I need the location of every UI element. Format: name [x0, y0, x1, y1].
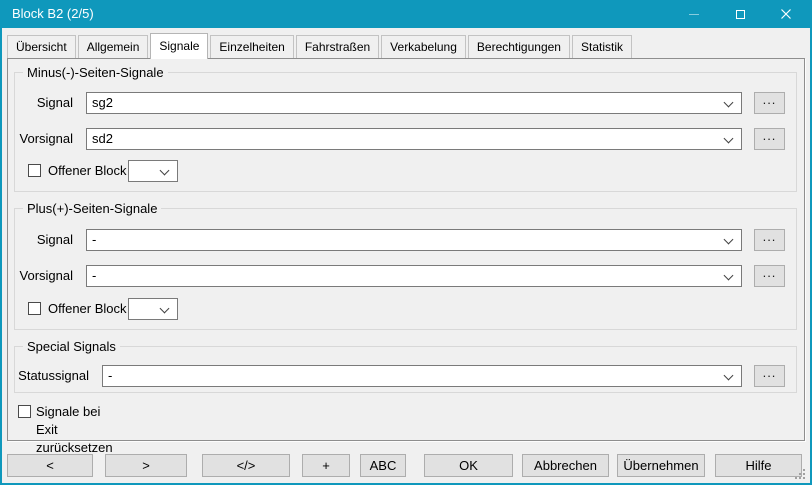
chevron-down-icon[interactable] — [724, 235, 734, 245]
chevron-down-icon[interactable] — [724, 271, 734, 281]
plus-vorsignal-combobox[interactable]: - — [86, 265, 742, 287]
ok-button[interactable]: OK — [424, 454, 513, 477]
plus-offener-block-checkbox[interactable] — [28, 302, 41, 315]
next-button[interactable]: > — [105, 454, 187, 477]
signale-exit-label[interactable]: Signale bei Exit zurücksetzen — [36, 403, 113, 457]
tab-signale[interactable]: Signale — [150, 33, 208, 59]
chevron-down-icon[interactable] — [724, 371, 734, 381]
abc-button[interactable]: ABC — [360, 454, 406, 477]
plus-button[interactable]: + — [302, 454, 350, 477]
statussignal-browse-button[interactable]: ... — [754, 365, 785, 387]
minus-signal-browse-button[interactable]: ... — [754, 92, 785, 114]
titlebar[interactable]: Block B2 (2/5) — [0, 0, 812, 28]
plus-offener-block-combobox[interactable] — [128, 298, 178, 320]
close-button[interactable] — [763, 0, 809, 28]
minus-vorsignal-combobox[interactable]: sd2 — [86, 128, 742, 150]
offener-block-label[interactable]: Offener Block — [48, 298, 127, 320]
statussignal-combobox[interactable]: - — [102, 365, 742, 387]
vorsignal-label: Vorsignal — [15, 265, 73, 287]
group-minus-seiten-signale: Minus(-)-Seiten-Signale Signal sg2 ... V… — [14, 72, 797, 192]
help-button[interactable]: Hilfe — [715, 454, 802, 477]
signal-label: Signal — [15, 229, 73, 251]
tab-einzelheiten[interactable]: Einzelheiten — [210, 35, 293, 58]
tab-fahrstrassen[interactable]: Fahrstraßen — [296, 35, 379, 58]
tab-berechtigungen[interactable]: Berechtigungen — [468, 35, 570, 58]
group-special-signals: Special Signals Statussignal - ... — [14, 346, 797, 393]
offener-block-label[interactable]: Offener Block — [48, 160, 127, 182]
dialog-client-area: Übersicht Allgemein Signale Einzelheiten… — [2, 28, 810, 483]
tab-strip: Übersicht Allgemein Signale Einzelheiten… — [7, 32, 634, 59]
group-title: Minus(-)-Seiten-Signale — [23, 65, 168, 80]
apply-button[interactable]: Übernehmen — [617, 454, 705, 477]
maximize-button[interactable] — [717, 0, 763, 28]
cancel-button[interactable]: Abbrechen — [522, 454, 609, 477]
minus-offener-block-checkbox[interactable] — [28, 164, 41, 177]
vorsignal-label: Vorsignal — [15, 128, 73, 150]
tab-statistik[interactable]: Statistik — [572, 35, 632, 58]
group-title: Special Signals — [23, 339, 120, 354]
close-icon — [781, 9, 791, 19]
maximize-icon — [736, 10, 745, 19]
plus-signal-combobox[interactable]: - — [86, 229, 742, 251]
dialog-window: Block B2 (2/5) Übersicht Allgemein Signa… — [0, 0, 812, 485]
minus-signal-combobox[interactable]: sg2 — [86, 92, 742, 114]
group-plus-seiten-signale: Plus(+)-Seiten-Signale Signal - ... Vors… — [14, 208, 797, 330]
tab-uebersicht[interactable]: Übersicht — [7, 35, 76, 58]
signale-exit-checkbox[interactable] — [18, 405, 31, 418]
tab-verkabelung[interactable]: Verkabelung — [381, 35, 466, 58]
tab-allgemein[interactable]: Allgemein — [78, 35, 149, 58]
chevron-down-icon[interactable] — [160, 166, 170, 176]
window-title: Block B2 (2/5) — [12, 0, 94, 28]
code-button[interactable]: </> — [202, 454, 290, 477]
chevron-down-icon[interactable] — [724, 98, 734, 108]
minus-offener-block-combobox[interactable] — [128, 160, 178, 182]
resize-grip-icon[interactable] — [803, 477, 805, 479]
minimize-icon — [689, 14, 699, 15]
statussignal-label: Statussignal — [15, 365, 89, 387]
plus-signal-browse-button[interactable]: ... — [754, 229, 785, 251]
chevron-down-icon[interactable] — [724, 134, 734, 144]
minus-vorsignal-browse-button[interactable]: ... — [754, 128, 785, 150]
chevron-down-icon[interactable] — [160, 304, 170, 314]
minimize-button — [671, 0, 717, 28]
group-title: Plus(+)-Seiten-Signale — [23, 201, 161, 216]
signal-label: Signal — [15, 92, 73, 114]
prev-button[interactable]: < — [7, 454, 93, 477]
plus-vorsignal-browse-button[interactable]: ... — [754, 265, 785, 287]
